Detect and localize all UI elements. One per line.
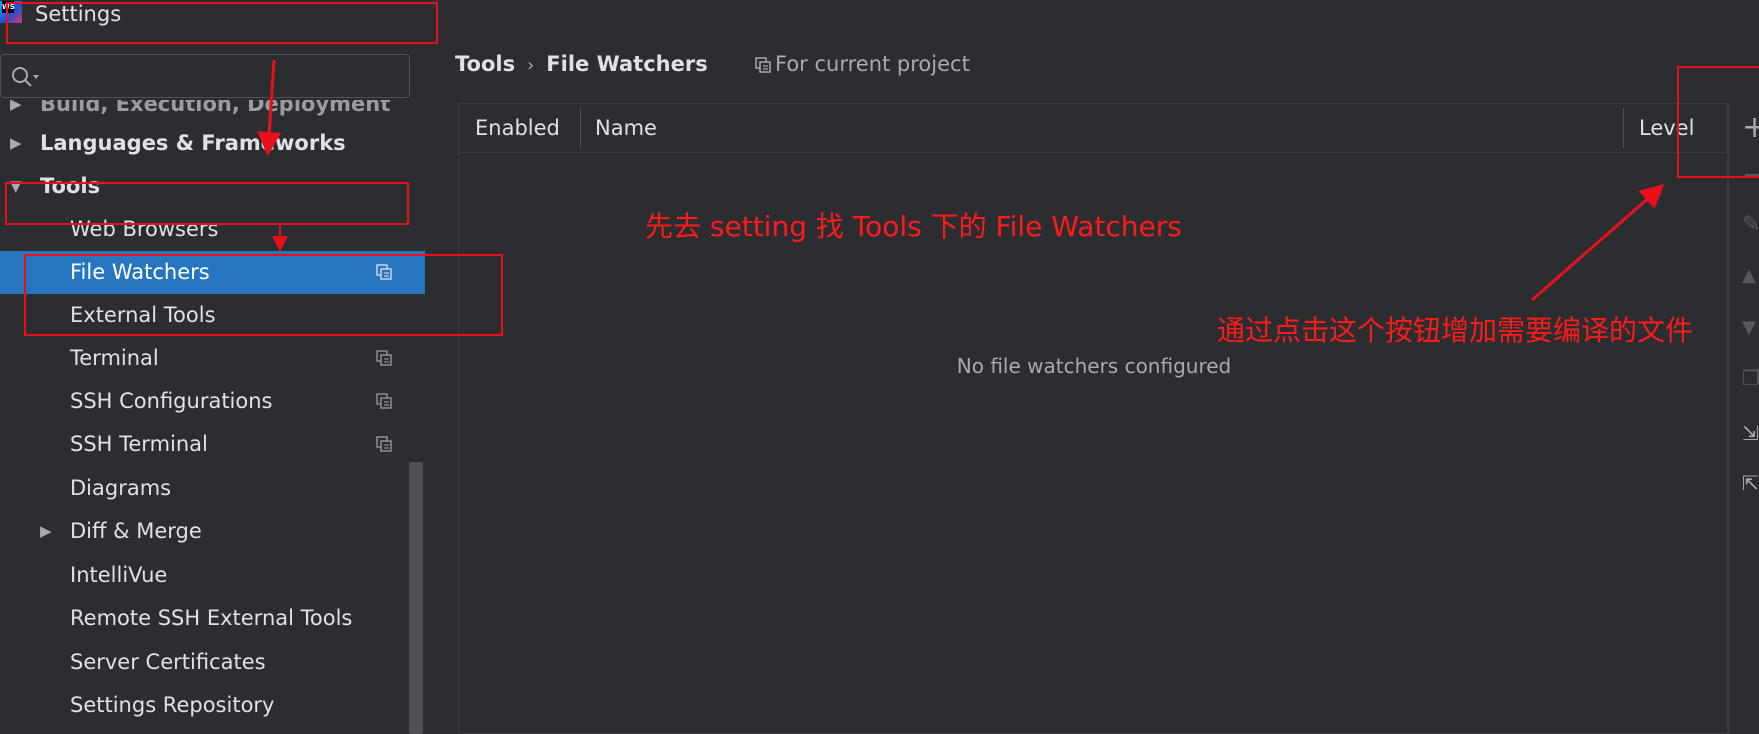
search-input[interactable] xyxy=(49,61,393,93)
column-divider[interactable] xyxy=(1623,108,1624,148)
tree-item-diagrams[interactable]: Diagrams xyxy=(0,467,425,510)
tree-item-diff-merge[interactable]: ▶ Diff & Merge xyxy=(0,510,425,553)
expand-arrow-icon[interactable]: ▶ xyxy=(40,510,52,553)
import-icon[interactable]: ⇲ xyxy=(1742,423,1759,443)
move-up-icon[interactable]: ▲ xyxy=(1742,266,1759,286)
annotation-note-2: 通过点击这个按钮增加需要编译的文件 xyxy=(1217,314,1694,347)
table-toolbar: + − ✎ ▲ ▼ ❐ ⇲ ⇱ xyxy=(1728,103,1759,734)
move-down-icon[interactable]: ▼ xyxy=(1742,318,1759,338)
expand-arrow-icon[interactable]: ▶ xyxy=(10,122,22,165)
edit-icon[interactable]: ✎ xyxy=(1742,215,1759,235)
tree-item-settings-repository[interactable]: Settings Repository xyxy=(0,684,425,727)
file-watchers-table: Enabled Name Level No file watchers conf… xyxy=(458,103,1728,734)
annotation-note-1: 先去 setting 找 Tools 下的 File Watchers xyxy=(645,210,1182,243)
tree-item-languages-frameworks[interactable]: ▶ Languages & Frameworks xyxy=(0,122,425,165)
tree-item-ssh-configurations[interactable]: SSH Configurations xyxy=(0,380,425,423)
settings-sidebar: ▶ Build, Execution, Deployment ▶ Languag… xyxy=(0,40,425,734)
sidebar-scrollbar[interactable] xyxy=(409,462,423,734)
breadcrumb-current: File Watchers xyxy=(546,52,708,76)
export-icon[interactable]: ⇱ xyxy=(1742,473,1759,493)
table-header: Enabled Name Level xyxy=(459,104,1727,153)
tree-item-remote-ssh-external-tools[interactable]: Remote SSH External Tools xyxy=(0,597,425,640)
settings-main-panel: Tools › File Watchers For current project … xyxy=(425,40,1759,734)
tree-item-intellivue[interactable]: IntelliVue xyxy=(0,554,425,597)
empty-table-message: No file watchers configured xyxy=(956,354,1232,378)
expand-arrow-icon[interactable]: ▶ xyxy=(10,100,22,112)
breadcrumb: Tools › File Watchers xyxy=(455,52,708,76)
column-header-enabled[interactable]: Enabled xyxy=(475,104,560,152)
project-scope-icon xyxy=(376,393,392,409)
project-scope-icon xyxy=(755,57,771,73)
scope-indicator: For current project xyxy=(755,52,970,76)
tree-item-build-execution-deployment[interactable]: ▶ Build, Execution, Deployment xyxy=(0,100,425,121)
project-scope-icon xyxy=(376,350,392,366)
annotation-box-add-button xyxy=(1677,66,1759,178)
scope-label: For current project xyxy=(775,52,970,76)
annotation-box-title xyxy=(6,2,438,44)
column-header-name[interactable]: Name xyxy=(595,104,657,152)
search-icon xyxy=(12,67,39,87)
annotation-box-tools xyxy=(5,182,409,225)
column-divider[interactable] xyxy=(580,108,581,148)
copy-icon[interactable]: ❐ xyxy=(1742,368,1759,388)
settings-search-box[interactable] xyxy=(0,54,410,98)
project-scope-icon xyxy=(376,436,392,452)
tree-item-server-certificates[interactable]: Server Certificates xyxy=(0,641,425,684)
breadcrumb-parent[interactable]: Tools xyxy=(455,52,515,76)
breadcrumb-separator: › xyxy=(527,55,535,76)
tree-item-terminal[interactable]: Terminal xyxy=(0,337,425,380)
annotation-box-file-watchers xyxy=(24,254,503,336)
tree-item-ssh-terminal[interactable]: SSH Terminal xyxy=(0,423,425,466)
